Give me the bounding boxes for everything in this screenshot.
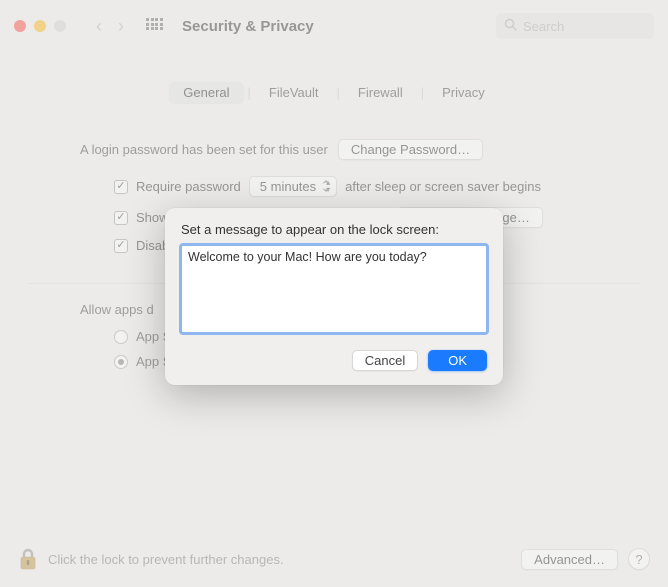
allow-identified-radio[interactable] — [114, 355, 128, 369]
window-title: Security & Privacy — [182, 18, 314, 35]
disable-autologin-checkbox[interactable] — [114, 239, 128, 253]
cancel-button[interactable]: Cancel — [352, 350, 418, 371]
lock-icon[interactable] — [18, 546, 38, 572]
window-toolbar: ‹ › Security & Privacy Search — [0, 0, 668, 52]
minimize-window-button[interactable] — [34, 20, 46, 32]
require-password-label-a: Require password — [136, 179, 241, 194]
back-button[interactable]: ‹ — [96, 16, 102, 37]
require-password-row: Require password 5 minutes ▴▾ after slee… — [114, 176, 650, 197]
tab-filevault[interactable]: FileVault — [255, 82, 333, 103]
tab-bar: General | FileVault | Firewall | Privacy — [18, 82, 650, 103]
tab-general[interactable]: General — [169, 82, 243, 103]
tab-privacy[interactable]: Privacy — [428, 82, 499, 103]
lock-message-dialog: Set a message to appear on the lock scre… — [165, 208, 503, 385]
advanced-button[interactable]: Advanced… — [521, 549, 618, 570]
ok-button[interactable]: OK — [428, 350, 487, 371]
nav-buttons: ‹ › — [96, 16, 124, 37]
search-icon — [504, 18, 517, 34]
show-message-checkbox[interactable] — [114, 211, 128, 225]
require-password-checkbox[interactable] — [114, 180, 128, 194]
close-window-button[interactable] — [14, 20, 26, 32]
dialog-title: Set a message to appear on the lock scre… — [181, 222, 487, 237]
chevron-updown-icon: ▴▾ — [326, 179, 330, 193]
forward-button[interactable]: › — [118, 16, 124, 37]
change-password-button[interactable]: Change Password… — [338, 139, 483, 160]
lock-message-textarea[interactable]: Welcome to your Mac! How are you today? — [181, 245, 487, 333]
require-password-label-b: after sleep or screen saver begins — [345, 179, 541, 194]
login-password-row: A login password has been set for this u… — [80, 139, 650, 160]
require-password-delay-select[interactable]: 5 minutes ▴▾ — [249, 176, 337, 197]
search-placeholder: Search — [523, 19, 564, 34]
zoom-window-button[interactable] — [54, 20, 66, 32]
login-password-label: A login password has been set for this u… — [80, 142, 328, 157]
allow-appstore-radio[interactable] — [114, 330, 128, 344]
tab-firewall[interactable]: Firewall — [344, 82, 417, 103]
traffic-lights — [14, 20, 66, 32]
search-field[interactable]: Search — [496, 13, 654, 39]
lock-hint-text: Click the lock to prevent further change… — [48, 552, 284, 567]
all-prefs-grid-icon[interactable] — [146, 18, 162, 34]
help-button[interactable]: ? — [628, 548, 650, 570]
footer-bar: Click the lock to prevent further change… — [0, 531, 668, 587]
